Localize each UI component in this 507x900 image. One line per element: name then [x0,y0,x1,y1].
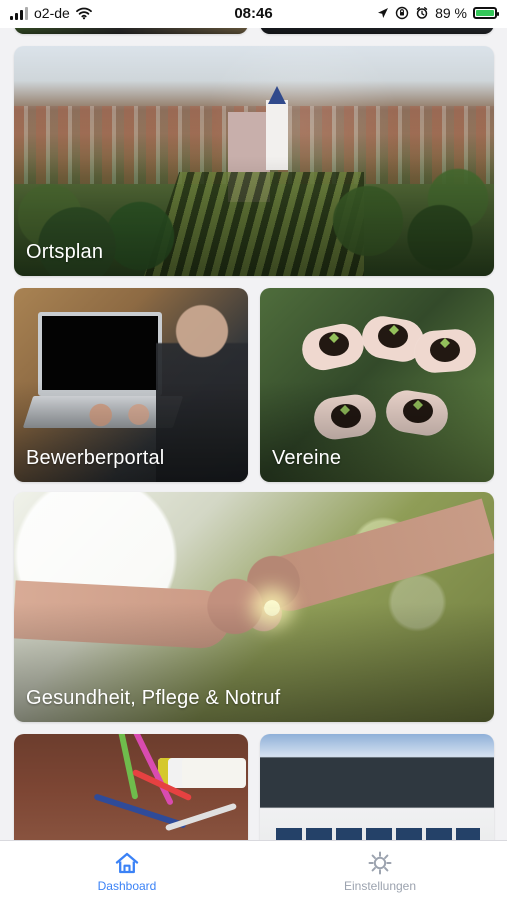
gear-icon [368,851,392,875]
vereine-label: Vereine [272,447,342,469]
hands-image [84,402,160,428]
alarm-icon [416,7,428,19]
marker-image [164,802,238,832]
bewerberportal-label: Bewerberportal [26,447,165,469]
building-windows-image [276,828,480,840]
partial-tile-bottom-left[interactable] [14,734,248,840]
battery-percent-label: 89 % [435,5,467,21]
orientation-lock-icon [395,6,409,20]
partial-tile-bottom-right[interactable] [260,734,494,840]
carrier-label: o2-de [34,5,70,21]
bewerberportal-card[interactable]: Bewerberportal [14,288,248,482]
laptop-screen-image [38,312,162,396]
ortsplan-card[interactable]: Ortsplan [14,46,494,276]
holding-hands-image [202,536,312,646]
location-icon [378,8,389,18]
marker-image [115,734,139,800]
arm-left-image [14,580,232,650]
tab-settings-label: Einstellungen [343,879,417,893]
ortsplan-label: Ortsplan [26,241,104,263]
partial-tile-top-right[interactable] [260,28,494,34]
bottom-tab-bar: Dashboard Einstellungen [0,840,507,900]
gesundheit-label: Gesundheit, Pflege & Notruf [26,687,281,709]
status-left: o2-de [10,5,92,21]
tab-dashboard[interactable]: Dashboard [62,847,192,897]
wifi-icon [75,7,92,20]
person-image [156,298,248,482]
battery-icon [473,7,499,19]
dashboard-content: Ortsplan Bewerberportal Vereine Gesundhe… [0,28,507,840]
partial-tile-top-left[interactable] [14,28,248,34]
tab-settings[interactable]: Einstellungen [315,847,445,897]
battery-fill [476,10,494,16]
home-icon [115,852,139,874]
status-time: 08:46 [234,5,273,22]
signal-strength-icon [10,6,28,20]
forest-right-image-layer [314,166,494,276]
status-right: 89 % [377,5,499,21]
tab-dashboard-label: Dashboard [97,879,157,893]
gesundheit-card[interactable]: Gesundheit, Pflege & Notruf [14,492,494,722]
paint-box-image [158,758,246,788]
status-bar: o2-de 08:46 89 % [0,0,507,28]
sun-glow-image [264,600,280,616]
church-tower-image [266,100,288,170]
vereine-card[interactable]: Vereine [260,288,494,482]
